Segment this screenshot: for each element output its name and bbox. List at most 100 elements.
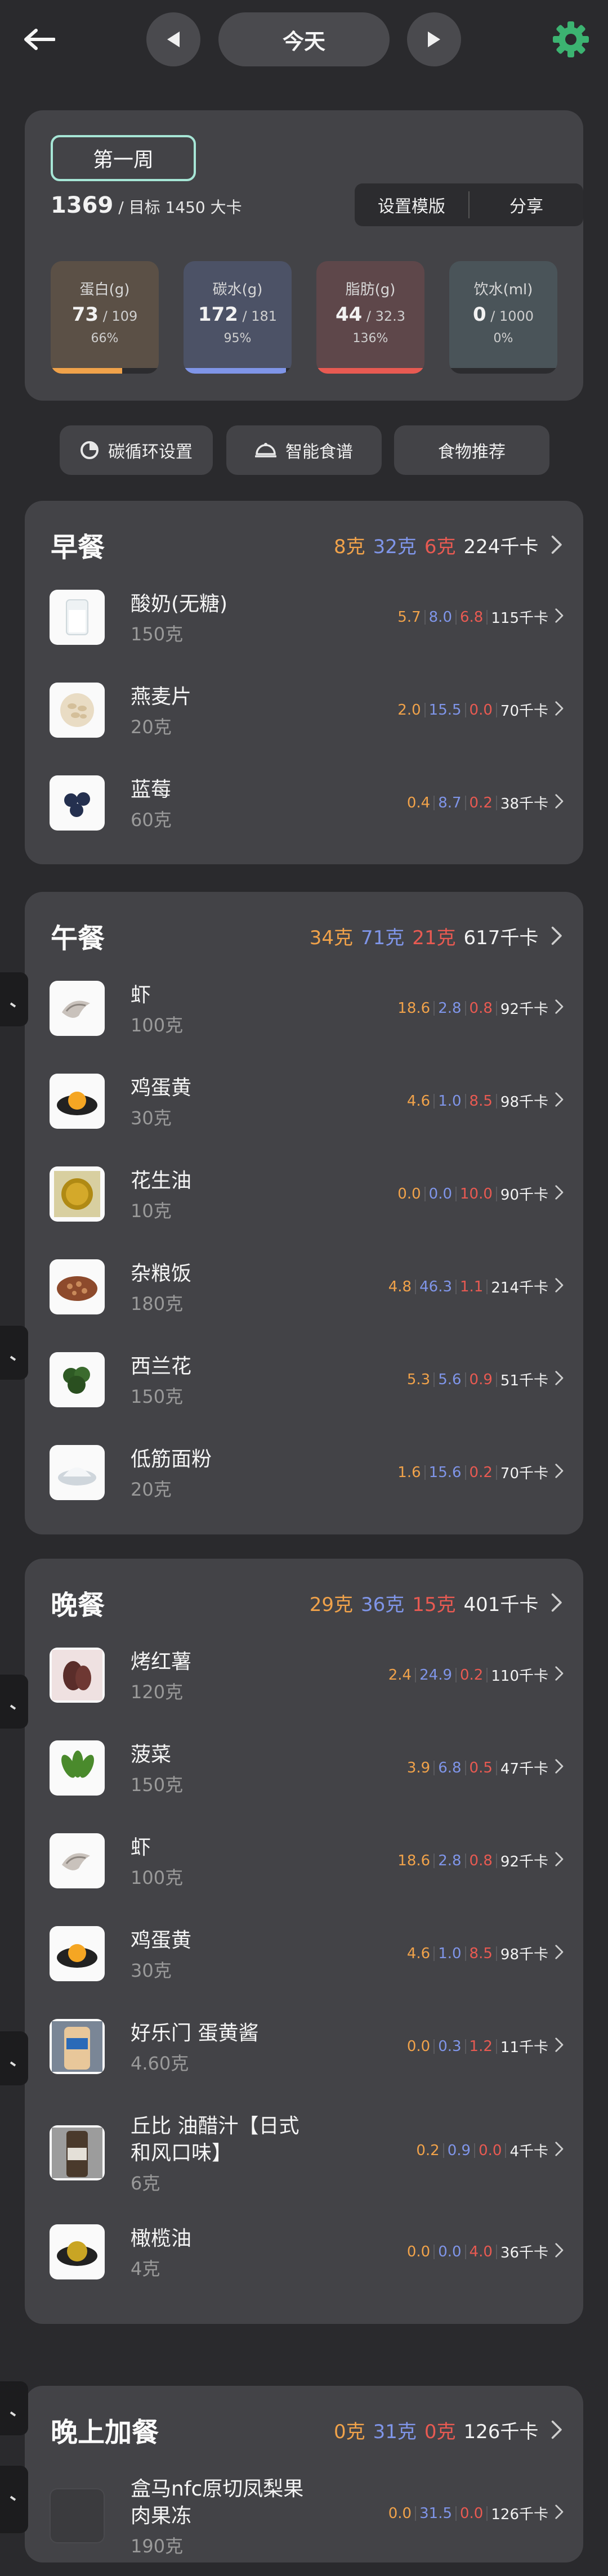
settings-button[interactable] [549, 18, 592, 61]
food-item[interactable]: 盒马nfc原切凤梨果 肉果冻 190克 0.0 31.5 0.0 126千卡 [25, 2469, 583, 2561]
food-item[interactable]: 酸奶(无糖) 150克 5.7 8.0 6.8 115千卡 [25, 584, 583, 652]
food-kcal: 11千卡 [500, 2039, 548, 2056]
meal-header[interactable]: 晚餐 29克 36克 15克 401千卡 [51, 1586, 563, 1621]
chevron-right-icon[interactable] [555, 2242, 564, 2260]
nutrient-stat-card[interactable]: 脂肪(g) 44 / 32.3 136% [316, 261, 424, 374]
chevron-right-icon[interactable] [551, 2420, 563, 2440]
food-item[interactable]: 鸡蛋黄 30克 4.6 1.0 8.5 98千卡 [25, 1068, 583, 1136]
food-item[interactable]: 虾 100克 18.6 2.8 0.8 92千卡 [25, 1828, 583, 1895]
food-item[interactable]: 丘比 油醋汁【日式 和风口味】 6克 0.2 0.9 0.0 4千卡 [25, 2106, 583, 2198]
food-item[interactable]: 好乐门 蛋黄酱 4.60克 0.0 0.3 1.2 11千卡 [25, 2013, 583, 2081]
chevron-right-icon[interactable] [555, 608, 564, 626]
nutrient-stat-card[interactable]: 饮水(ml) 0 / 1000 0% [449, 261, 557, 374]
chevron-right-icon[interactable] [555, 1463, 564, 1481]
food-item[interactable]: 虾 100克 18.6 2.8 0.8 92千卡 [25, 975, 583, 1043]
chevron-right-icon[interactable] [555, 2037, 564, 2055]
chevron-right-icon[interactable] [555, 1851, 564, 1869]
food-fat: 1.1 [460, 1278, 484, 1295]
chevron-right-icon[interactable] [555, 1277, 564, 1295]
chevron-right-icon[interactable] [555, 1666, 564, 1684]
food-macros: 0.0 0.0 4.0 36千卡 [407, 2241, 548, 2262]
meal-header[interactable]: 午餐 34克 71克 21克 617千卡 [51, 919, 563, 954]
food-protein: 2.0 [397, 701, 421, 719]
meal-fat: 21克 [412, 926, 456, 949]
nutrient-label: 碳水(g) [212, 281, 263, 298]
food-item[interactable]: 烤红薯 120克 2.4 24.9 0.2 110千卡 [25, 1642, 583, 1709]
next-day-button[interactable] [407, 12, 461, 66]
food-recommend-button[interactable]: 食物推荐 [394, 425, 549, 475]
nutrient-progress-bar [184, 368, 292, 374]
chevron-right-icon[interactable] [555, 1092, 564, 1110]
chevron-right-icon[interactable] [555, 2504, 564, 2522]
food-name: 燕麦片 [131, 684, 191, 711]
food-kcal: 70千卡 [500, 1465, 548, 1482]
food-item[interactable]: 杂粮饭 180克 4.8 46.3 1.1 214千卡 [25, 1254, 583, 1321]
chevron-right-icon[interactable] [551, 926, 563, 946]
food-fat: 0.9 [469, 1371, 493, 1388]
food-fat: 0.5 [469, 1759, 493, 1776]
food-amount: 150克 [131, 1386, 184, 1407]
meal-card: 早餐 8克 32克 6克 224千卡 酸奶(无糖) 150克 5.7 8.0 6.8 115千卡 燕麦… [25, 501, 583, 864]
nutrient-label: 蛋白(g) [79, 281, 130, 298]
edge-drawer-handle[interactable] [0, 2466, 28, 2533]
chevron-right-icon[interactable] [555, 999, 564, 1017]
food-item[interactable]: 西兰花 150克 5.3 5.6 0.9 51千卡 [25, 1347, 583, 1414]
olive-oil-icon [50, 2224, 105, 2279]
nutrient-stat-card[interactable]: 蛋白(g) 73 / 109 66% [51, 261, 159, 374]
food-name-line1: 丘比 油醋汁【日式 [131, 2115, 299, 2138]
food-macros: 3.9 6.8 0.5 47千卡 [407, 1757, 548, 1778]
grain-rice-icon [50, 1259, 105, 1314]
food-fat: 8.5 [469, 1945, 493, 1962]
food-item[interactable]: 花生油 10克 0.0 0.0 10.0 90千卡 [25, 1161, 583, 1228]
vinaigrette-icon [50, 2125, 105, 2180]
food-item[interactable]: 燕麦片 20克 2.0 15.5 0.0 70千卡 [25, 677, 583, 744]
edge-drawer-handle[interactable] [0, 972, 28, 1026]
food-macros: 18.6 2.8 0.8 92千卡 [397, 1850, 548, 1871]
chevron-right-icon[interactable] [551, 535, 563, 555]
chevron-right-icon[interactable] [555, 1944, 564, 1962]
food-item[interactable]: 橄榄油 4克 0.0 0.0 4.0 36千卡 [25, 2219, 583, 2286]
chevron-right-icon[interactable] [551, 1592, 563, 1613]
date-selector[interactable]: 今天 [218, 12, 390, 66]
oats-icon [50, 683, 105, 738]
edge-drawer-handle[interactable] [0, 1326, 28, 1380]
food-item[interactable]: 鸡蛋黄 30克 4.6 1.0 8.5 98千卡 [25, 1920, 583, 1988]
chevron-right-icon[interactable] [555, 701, 564, 719]
chevron-right-icon[interactable] [555, 2141, 564, 2159]
food-kcal: 36千卡 [500, 2245, 548, 2261]
edge-drawer-handle[interactable] [0, 1675, 28, 1729]
edge-drawer-handle[interactable] [0, 2031, 28, 2085]
food-carb: 5.6 [438, 1371, 462, 1388]
nutrient-stat-card[interactable]: 碳水(g) 172 / 181 95% [184, 261, 292, 374]
food-protein: 18.6 [397, 1852, 431, 1869]
food-carb: 46.3 [419, 1278, 452, 1295]
meal-header[interactable]: 早餐 8克 32克 6克 224千卡 [51, 528, 563, 563]
food-name: 花生油 [131, 1168, 191, 1195]
carb-cycle-settings-button[interactable]: 碳循环设置 [60, 425, 213, 475]
chevron-right-icon[interactable] [555, 1184, 564, 1202]
food-fat: 0.8 [469, 999, 493, 1017]
food-macros: 0.4 8.7 0.2 38千卡 [407, 792, 548, 813]
share-button[interactable]: 分享 [470, 183, 583, 226]
yogurt-icon [50, 590, 105, 645]
smart-recipe-button[interactable]: 智能食谱 [226, 425, 382, 475]
chevron-right-icon[interactable] [555, 793, 564, 811]
week-tag[interactable]: 第一周 [51, 135, 196, 181]
food-item[interactable]: 菠菜 150克 3.9 6.8 0.5 47千卡 [25, 1735, 583, 1802]
food-kcal: 98千卡 [500, 1946, 548, 1963]
nutrient-percent: 136% [352, 331, 388, 345]
food-kcal: 47千卡 [500, 1761, 548, 1778]
edge-drawer-handle[interactable] [0, 2381, 28, 2435]
back-arrow-icon[interactable] [23, 23, 56, 56]
meal-macros: 8克 32克 6克 224千卡 [334, 531, 563, 559]
chevron-right-icon[interactable] [555, 1758, 564, 1776]
food-item[interactable]: 低筋面粉 20克 1.6 15.6 0.2 70千卡 [25, 1439, 583, 1507]
food-amount: 190克 [131, 2535, 184, 2557]
previous-day-button[interactable] [146, 12, 200, 66]
chevron-right-icon[interactable] [555, 1370, 564, 1388]
nutrient-consumed: 44 [335, 303, 363, 326]
food-name: 盒马nfc原切凤梨果 肉果冻 [131, 2476, 303, 2530]
meal-header[interactable]: 晚上加餐 0克 31克 0克 126千卡 [51, 2413, 563, 2448]
food-item[interactable]: 蓝莓 60克 0.4 8.7 0.2 38千卡 [25, 770, 583, 837]
set-template-button[interactable]: 设置模版 [355, 183, 468, 226]
